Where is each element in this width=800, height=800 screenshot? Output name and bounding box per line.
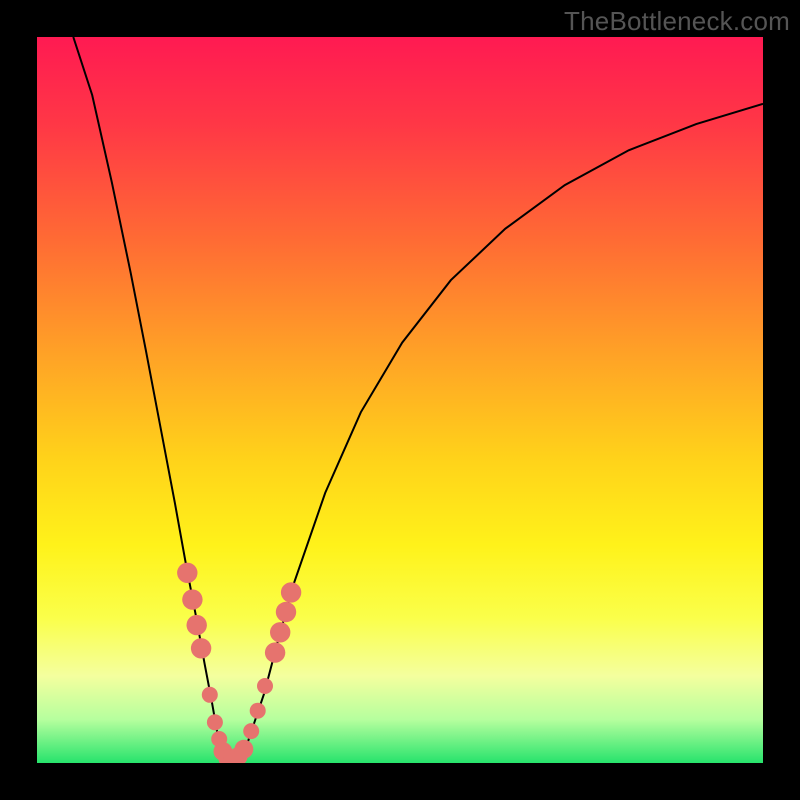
marker-dot: [191, 638, 211, 658]
marker-dot: [187, 615, 207, 635]
chart-frame: TheBottleneck.com: [0, 0, 800, 800]
marker-dot: [265, 642, 285, 662]
marker-dot: [270, 622, 290, 642]
curve-right-branch: [229, 104, 763, 760]
marker-dot: [202, 687, 218, 703]
marker-dot: [281, 582, 301, 602]
marker-group: [177, 563, 301, 763]
marker-dot: [207, 714, 223, 730]
marker-dot: [243, 723, 259, 739]
plot-area: [37, 37, 763, 763]
marker-dot: [182, 589, 202, 609]
marker-dot: [177, 563, 197, 583]
marker-dot: [276, 602, 296, 622]
chart-svg: [37, 37, 763, 763]
watermark-text: TheBottleneck.com: [564, 6, 790, 37]
marker-dot: [235, 740, 254, 759]
marker-dot: [257, 678, 273, 694]
marker-dot: [250, 703, 266, 719]
